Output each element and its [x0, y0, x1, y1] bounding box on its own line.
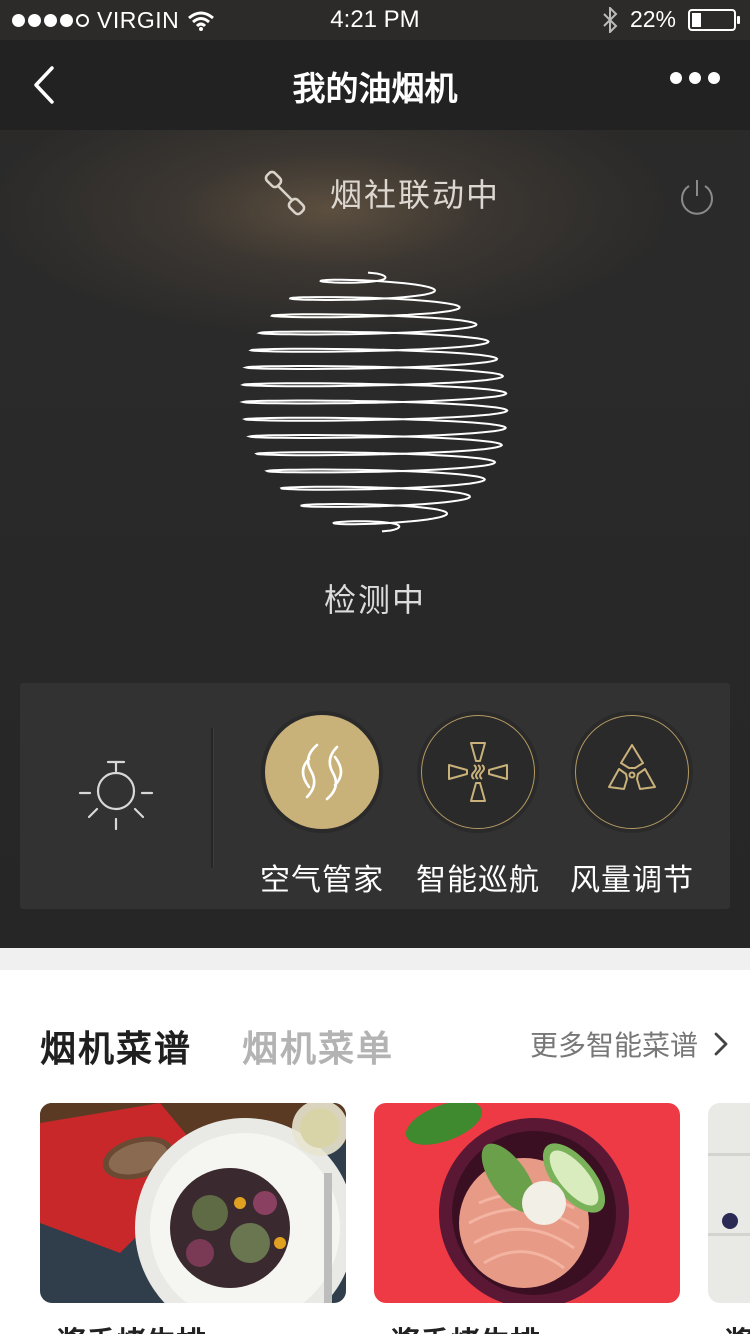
mode-label: 空气管家	[260, 863, 384, 898]
link-chain-icon	[264, 170, 306, 216]
tab-menu[interactable]: 烟机菜单	[242, 1020, 394, 1072]
status-right: 22%	[602, 6, 740, 33]
more-recipes-label: 更多智能菜谱	[529, 1029, 698, 1062]
mode-ring	[417, 711, 539, 833]
battery-percent: 22%	[629, 6, 676, 32]
recipe-card-title: 酱香烤牛排	[56, 1318, 206, 1334]
salad-plate-photo	[40, 1103, 346, 1303]
mode-smart-cruise[interactable]: 智能巡航	[403, 711, 553, 899]
recipe-tabs: 烟机菜谱 烟机菜单	[40, 1020, 394, 1072]
chevron-right-icon	[714, 1032, 728, 1056]
panel-divider	[211, 728, 213, 868]
detection-status: 检测中	[323, 581, 426, 619]
lamp-icon[interactable]	[78, 759, 154, 835]
section-separator	[0, 948, 750, 970]
mode-ring	[571, 711, 693, 833]
smart-cruise-icon	[421, 715, 535, 829]
swirl-path	[239, 271, 509, 533]
battery-icon	[688, 8, 740, 31]
detecting-swirl-animation	[239, 271, 509, 533]
more-dots-icon[interactable]	[670, 72, 720, 84]
battery-level	[692, 12, 701, 27]
mode-ring	[261, 711, 383, 833]
recipe-card-title: 酱香烤牛排	[390, 1318, 540, 1334]
white-table-photo	[708, 1103, 750, 1303]
recipe-card[interactable]	[374, 1103, 680, 1303]
recipe-card[interactable]	[708, 1103, 750, 1303]
link-status-text: 烟社联动中	[330, 176, 501, 214]
air-steward-icon	[265, 715, 379, 829]
more-recipes-link[interactable]: 更多智能菜谱	[530, 1024, 732, 1064]
mode-fan-speed[interactable]: 风量调节	[557, 711, 707, 899]
mode-label: 智能巡航	[416, 863, 540, 898]
recipe-card[interactable]	[40, 1103, 346, 1303]
status-bar: VIRGIN 4:21 PM 22%	[0, 0, 750, 40]
page-title: 我的油烟机	[292, 69, 458, 108]
tab-recipes[interactable]: 烟机菜谱	[40, 1020, 192, 1072]
mode-air-steward[interactable]: 空气管家	[247, 711, 397, 899]
mode-label: 风量调节	[570, 863, 694, 898]
fan-icon	[575, 715, 689, 829]
noodle-bowl-photo	[374, 1103, 680, 1303]
bluetooth-icon	[603, 6, 618, 33]
nav-bar: 我的油烟机	[0, 40, 750, 130]
recipe-card-title: 酱	[724, 1318, 750, 1334]
control-panel: 空气管家 智能巡航 风量调节	[20, 683, 730, 909]
power-icon[interactable]	[676, 176, 718, 218]
link-status: 烟社联动中	[262, 170, 500, 216]
hero-section: VIRGIN 4:21 PM 22% 我的油烟机 烟社联动中 检测中 空气管家 …	[0, 0, 750, 948]
